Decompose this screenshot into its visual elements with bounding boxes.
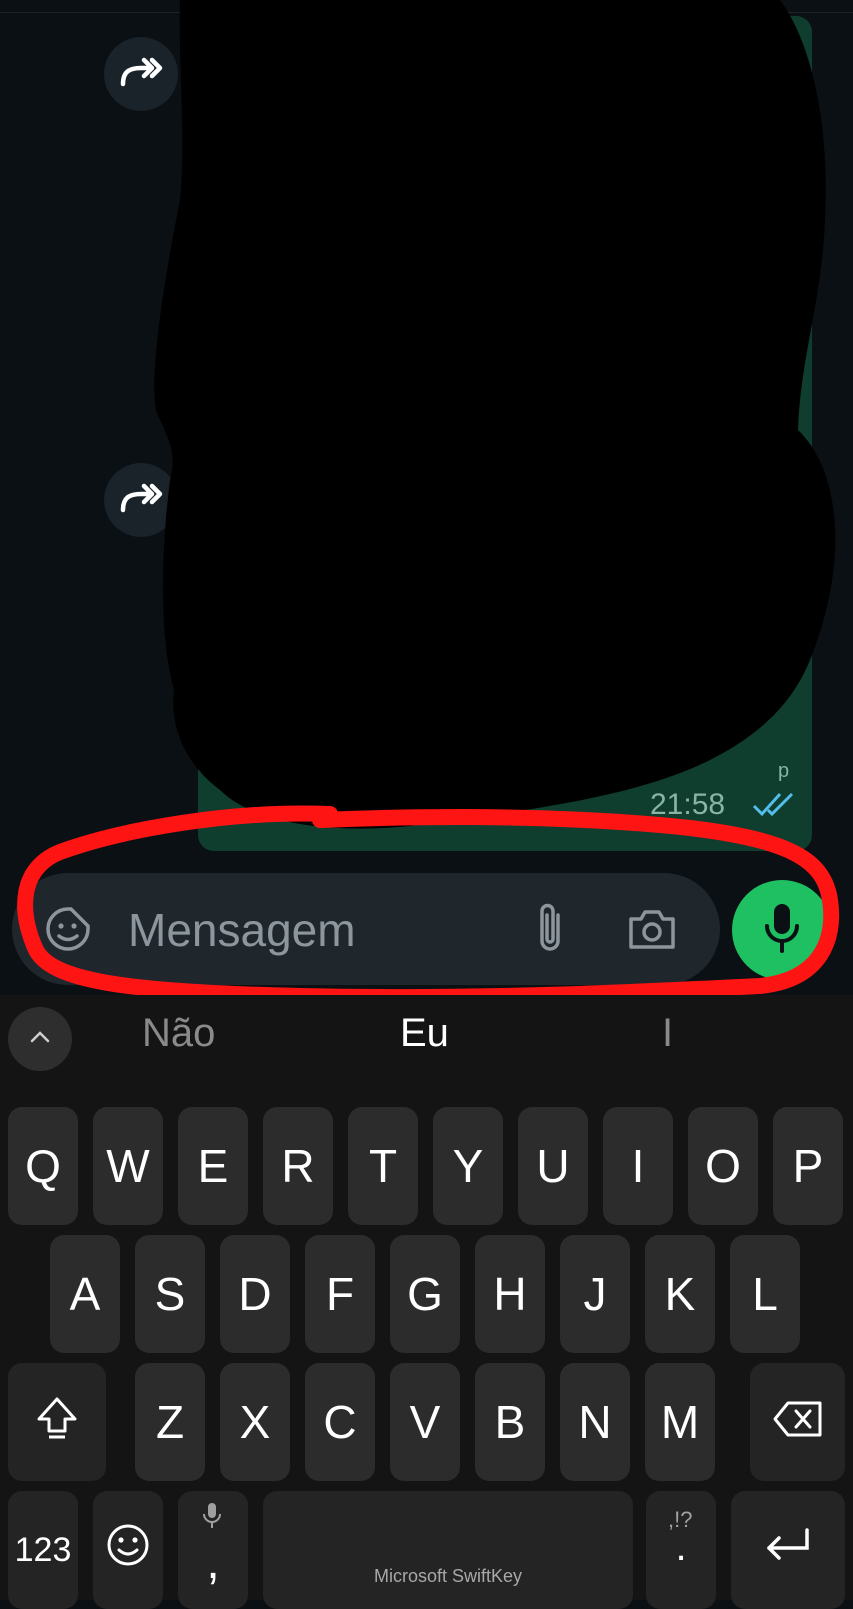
microphone-icon [202, 1501, 222, 1537]
suggestion-1[interactable]: Não [142, 1011, 215, 1056]
period-key[interactable]: ,!? . [646, 1491, 716, 1609]
key-u[interactable]: U [518, 1107, 588, 1225]
key-d[interactable]: D [220, 1235, 290, 1353]
key-a[interactable]: A [50, 1235, 120, 1353]
keyboard: Não Eu I Q W E R T Y U I O P A S D F G H… [0, 995, 853, 1609]
space-key[interactable]: Microsoft SwiftKey [263, 1491, 633, 1609]
numbers-key[interactable]: 123 [8, 1491, 78, 1609]
smiley-icon [105, 1522, 151, 1579]
key-j[interactable]: J [560, 1235, 630, 1353]
key-g[interactable]: G [390, 1235, 460, 1353]
suggestion-toolbar-toggle[interactable] [8, 1007, 72, 1071]
key-r[interactable]: R [263, 1107, 333, 1225]
key-z[interactable]: Z [135, 1363, 205, 1481]
key-n[interactable]: N [560, 1363, 630, 1481]
shift-key[interactable] [8, 1363, 106, 1481]
comma-label: , [206, 1536, 220, 1589]
suggestion-2[interactable]: Eu [400, 1011, 449, 1056]
key-b[interactable]: B [475, 1363, 545, 1481]
comma-key[interactable]: , [178, 1491, 248, 1609]
key-q[interactable]: Q [8, 1107, 78, 1225]
chevron-up-icon [29, 1030, 51, 1049]
key-i[interactable]: I [603, 1107, 673, 1225]
key-s[interactable]: S [135, 1235, 205, 1353]
key-y[interactable]: Y [433, 1107, 503, 1225]
key-w[interactable]: W [93, 1107, 163, 1225]
enter-key[interactable] [731, 1491, 845, 1609]
camera-icon[interactable] [622, 901, 682, 957]
period-label: . [675, 1525, 687, 1569]
key-l[interactable]: L [730, 1235, 800, 1353]
space-key-label: Microsoft SwiftKey [373, 1566, 523, 1586]
key-m[interactable]: M [645, 1363, 715, 1481]
message-input-container[interactable]: Mensagem [12, 873, 720, 985]
key-c[interactable]: C [305, 1363, 375, 1481]
backspace-key[interactable] [750, 1363, 845, 1481]
sticker-emoji-icon[interactable] [40, 901, 96, 957]
paperclip-icon[interactable] [522, 897, 578, 959]
suggestion-3[interactable]: I [662, 1011, 673, 1056]
chat-area: p 21:58 [0, 0, 853, 865]
redaction-blob [154, 0, 836, 829]
key-o[interactable]: O [688, 1107, 758, 1225]
key-v[interactable]: V [390, 1363, 460, 1481]
voice-message-button[interactable] [732, 880, 832, 980]
message-input[interactable]: Mensagem [128, 903, 356, 957]
key-h[interactable]: H [475, 1235, 545, 1353]
emoji-key[interactable] [93, 1491, 163, 1609]
key-x[interactable]: X [220, 1363, 290, 1481]
enter-icon [761, 1523, 815, 1577]
microphone-icon [762, 902, 802, 959]
key-f[interactable]: F [305, 1235, 375, 1353]
key-p[interactable]: P [773, 1107, 843, 1225]
key-t[interactable]: T [348, 1107, 418, 1225]
key-k[interactable]: K [645, 1235, 715, 1353]
shift-icon [33, 1393, 81, 1452]
key-e[interactable]: E [178, 1107, 248, 1225]
backspace-icon [772, 1395, 824, 1449]
message-composer: Mensagem [0, 865, 853, 995]
